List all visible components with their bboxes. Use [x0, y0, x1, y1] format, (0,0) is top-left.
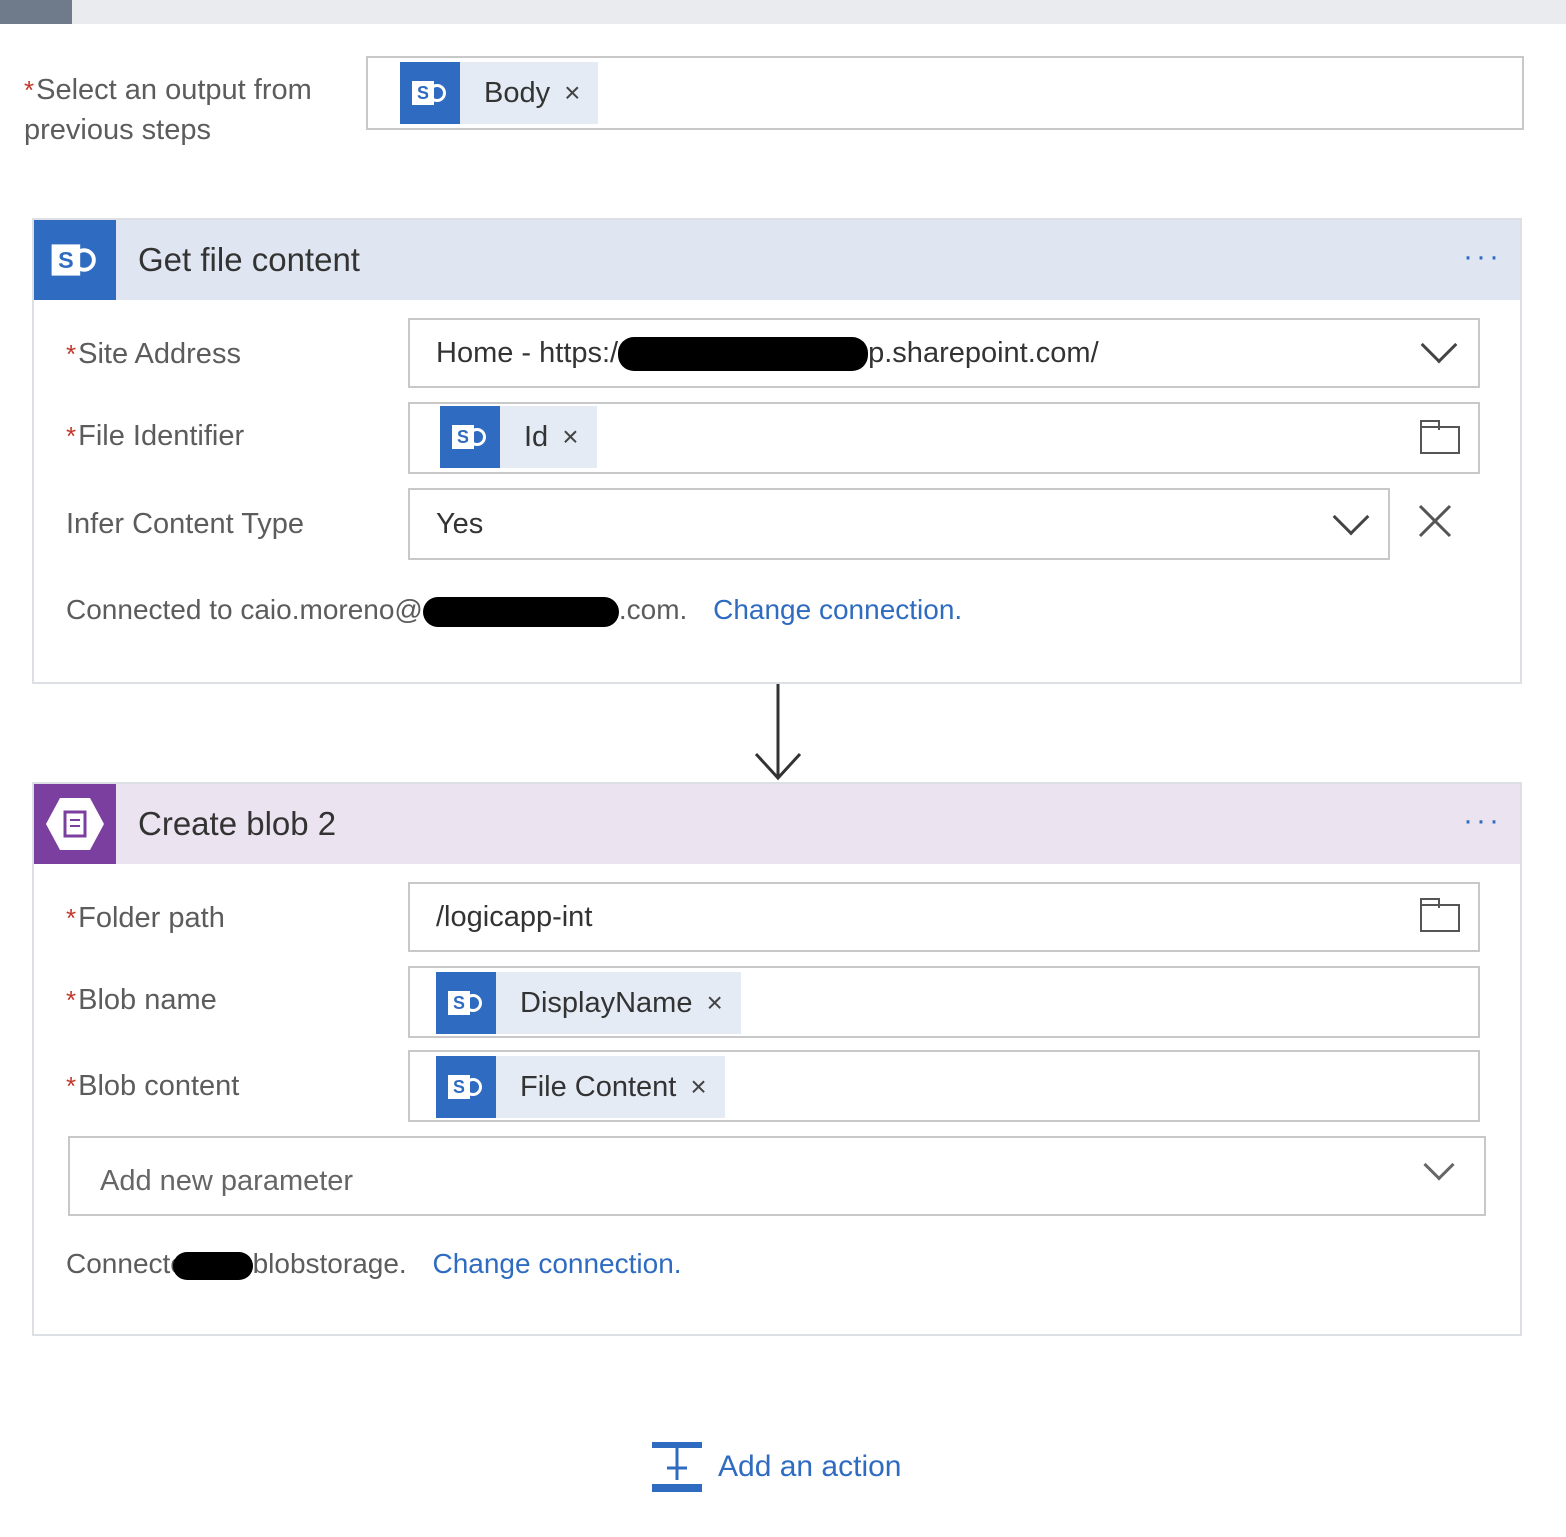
required-marker: * [24, 75, 35, 105]
get-file-content-header[interactable]: S Get file content ··· [34, 220, 1520, 300]
chevron-down-icon[interactable] [1420, 326, 1458, 364]
sharepoint-icon: S [436, 1056, 496, 1118]
create-blob-connection-info: Connected to blobstorage. Change connecti… [66, 1248, 682, 1280]
token-label: Body [484, 76, 551, 109]
blob-name-label: *Blob name [66, 984, 217, 1016]
redaction-mark [422, 596, 619, 627]
blob-storage-icon [34, 784, 116, 864]
change-connection-link[interactable]: Change connection. [432, 1248, 681, 1279]
token-label: Id [524, 420, 549, 453]
add-new-parameter-dropdown[interactable]: Add new parameter [68, 1136, 1486, 1216]
file-identifier-field[interactable]: S Id × [408, 402, 1480, 474]
sharepoint-icon: S [436, 972, 496, 1034]
get-file-connection-info: Connected to caio.moreno@ .com. Change co… [66, 594, 963, 627]
sharepoint-icon: S [34, 220, 116, 300]
blob-name-field[interactable]: S DisplayName × [408, 966, 1480, 1038]
foreach-header-strip [0, 0, 1566, 24]
arrow-down-icon [750, 684, 806, 784]
folder-icon[interactable] [1420, 420, 1460, 454]
add-action-button[interactable]: Add an action [650, 1440, 901, 1494]
site-address-value: Home - https:/p.sharepoint.com/ [436, 320, 1099, 386]
infer-content-type-dropdown[interactable]: Yes [408, 488, 1390, 560]
blob-content-label: *Blob content [66, 1070, 240, 1102]
more-options-button[interactable]: ··· [1463, 240, 1502, 274]
chevron-down-icon[interactable] [1423, 1149, 1455, 1181]
site-address-label: *Site Address [66, 338, 241, 370]
close-icon[interactable] [1416, 502, 1456, 542]
token-label: DisplayName [520, 986, 693, 1019]
blob-content-field[interactable]: S File Content × [408, 1050, 1480, 1122]
infer-content-type-value: Yes [436, 508, 484, 540]
file-identifier-label: *File Identifier [66, 420, 245, 452]
folder-path-label: *Folder path [66, 902, 225, 934]
create-blob-header[interactable]: Create blob 2 ··· [34, 784, 1520, 864]
change-connection-link[interactable]: Change connection. [713, 594, 962, 625]
site-address-dropdown[interactable]: Home - https:/p.sharepoint.com/ [408, 318, 1480, 388]
token-remove-button[interactable]: × [564, 77, 580, 109]
sharepoint-icon: S [440, 406, 500, 468]
token-id[interactable]: S Id × [440, 406, 597, 468]
card-title: Get file content [138, 241, 360, 278]
foreach-header-bar [72, 0, 1566, 24]
chevron-down-icon[interactable] [1332, 498, 1370, 536]
token-remove-button[interactable]: × [562, 421, 578, 453]
card-title: Create blob 2 [138, 805, 337, 842]
select-output-label: *Select an output from previous steps [24, 74, 312, 146]
more-options-button[interactable]: ··· [1463, 804, 1502, 838]
token-body[interactable]: S Body × [400, 62, 599, 124]
token-remove-button[interactable]: × [690, 1071, 706, 1103]
sharepoint-icon: S [400, 62, 460, 124]
add-new-parameter-placeholder: Add new parameter [100, 1165, 354, 1197]
token-displayname[interactable]: S DisplayName × [436, 972, 741, 1034]
token-label: File Content [520, 1070, 677, 1103]
folder-icon[interactable] [1420, 898, 1460, 932]
select-output-field[interactable]: S Body × [366, 56, 1524, 130]
token-remove-button[interactable]: × [706, 987, 722, 1019]
folder-path-input[interactable]: /logicapp-int [408, 882, 1480, 952]
add-action-label: Add an action [718, 1450, 902, 1483]
redaction-mark [172, 1251, 253, 1280]
add-action-icon [650, 1440, 704, 1494]
redaction-mark [618, 337, 869, 372]
token-file-content[interactable]: S File Content × [436, 1056, 725, 1118]
folder-path-value: /logicapp-int [436, 901, 593, 933]
infer-content-type-label: Infer Content Type [66, 508, 305, 540]
foreach-header-icon-box [0, 0, 72, 24]
